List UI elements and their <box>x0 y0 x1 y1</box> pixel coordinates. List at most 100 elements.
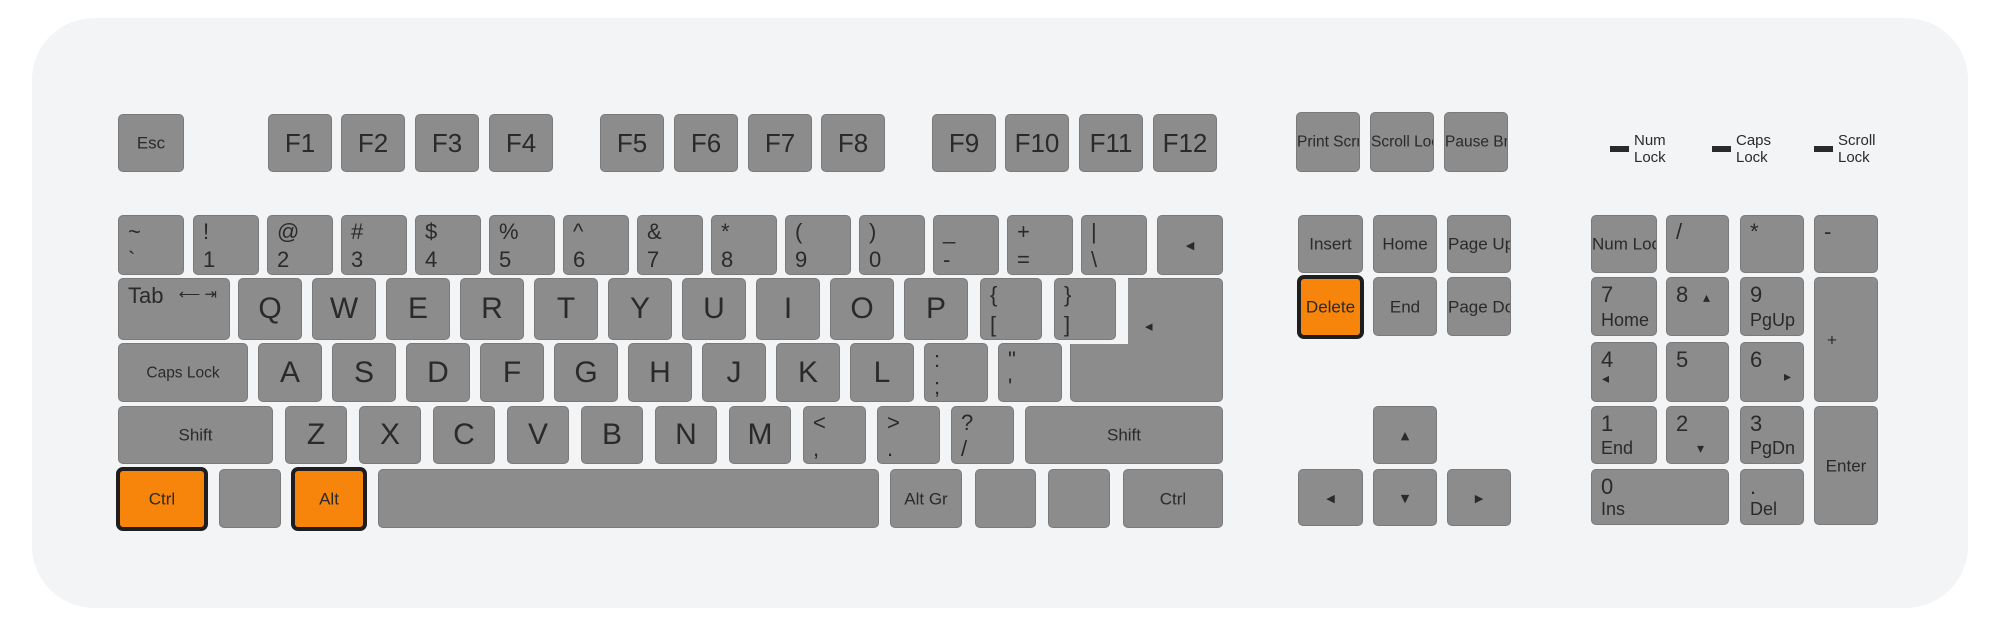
key-left-ctrl[interactable]: Ctrl <box>116 467 208 531</box>
numpad-2[interactable]: 2 ▾ <box>1666 406 1729 464</box>
numpad-plus[interactable]: + <box>1814 277 1878 402</box>
key-print-screen[interactable]: Print Scrn SysRq <box>1296 112 1360 172</box>
key-open-bracket[interactable]: {[ <box>980 278 1042 340</box>
key-left-alt[interactable]: Alt <box>291 467 367 531</box>
key-n[interactable]: N <box>655 406 717 464</box>
key-arrow-down[interactable]: ▾ <box>1373 469 1437 526</box>
key-number-row-9[interactable]: (9 <box>785 215 851 275</box>
key-u[interactable]: U <box>682 278 746 340</box>
key-r[interactable]: R <box>460 278 524 340</box>
numpad-enter[interactable]: Enter <box>1814 406 1878 525</box>
key-number-row-7[interactable]: & 7 <box>637 215 703 275</box>
numpad-0[interactable]: 0 Ins <box>1591 469 1729 525</box>
key-p[interactable]: P <box>904 278 968 340</box>
key-i[interactable]: I <box>756 278 820 340</box>
key-x[interactable]: X <box>359 406 421 464</box>
key-o[interactable]: O <box>830 278 894 340</box>
key-number-row-13[interactable]: | \ <box>1081 215 1147 275</box>
key-close-bracket[interactable]: }] <box>1054 278 1116 340</box>
key-f3[interactable]: F3 <box>415 114 479 172</box>
key-space[interactable] <box>378 469 879 528</box>
key-page-up[interactable]: Page Up <box>1447 215 1511 273</box>
key-e[interactable]: E <box>386 278 450 340</box>
key-scroll-lock[interactable]: Scroll Lock <box>1370 112 1434 172</box>
key-f10[interactable]: F10 <box>1005 114 1069 172</box>
key-h[interactable]: H <box>628 343 692 402</box>
key-c[interactable]: C <box>433 406 495 464</box>
key-number-row-2[interactable]: @2 <box>267 215 333 275</box>
key-f4[interactable]: F4 <box>489 114 553 172</box>
key-number-row-5[interactable]: % 5 <box>489 215 555 275</box>
numpad-9[interactable]: 9 PgUp <box>1740 277 1804 336</box>
key-right-ctrl[interactable]: Ctrl <box>1123 469 1223 528</box>
numpad-divide[interactable]: / <box>1666 215 1729 273</box>
key-number-row-10[interactable]: ) 0 <box>859 215 925 275</box>
key-caps-lock[interactable]: Caps Lock <box>118 343 248 402</box>
key-arrow-right[interactable]: ▸ <box>1447 469 1511 526</box>
key-number-row-1[interactable]: ! 1 <box>193 215 259 275</box>
key-d[interactable]: D <box>406 343 470 402</box>
key-f5[interactable]: F5 <box>600 114 664 172</box>
key-home[interactable]: Home <box>1373 215 1437 273</box>
key-f8[interactable]: F8 <box>821 114 885 172</box>
key-v[interactable]: V <box>507 406 569 464</box>
key-alt-gr[interactable]: Alt Gr <box>890 469 962 528</box>
key-right-windows[interactable] <box>975 469 1036 528</box>
key-f9[interactable]: F9 <box>932 114 996 172</box>
key-b[interactable]: B <box>581 406 643 464</box>
key-esc[interactable]: Esc <box>118 114 184 172</box>
numpad-5[interactable]: 5 <box>1666 342 1729 402</box>
numpad-minus[interactable]: - <box>1814 215 1878 273</box>
key-f7[interactable]: F7 <box>748 114 812 172</box>
key-l[interactable]: L <box>850 343 914 402</box>
key-s[interactable]: S <box>332 343 396 402</box>
key-quote[interactable]: " ' <box>998 343 1062 402</box>
numpad-3[interactable]: 3 PgDn <box>1740 406 1804 464</box>
key-right-shift[interactable]: Shift <box>1025 406 1223 464</box>
key-pause[interactable]: Pause Break <box>1444 112 1508 172</box>
key-w[interactable]: W <box>312 278 376 340</box>
key-z[interactable]: Z <box>285 406 347 464</box>
key-number-row-0[interactable]: ~ ` <box>118 215 184 275</box>
key-f2[interactable]: F2 <box>341 114 405 172</box>
numpad-4[interactable]: 4 ◂ <box>1591 342 1657 402</box>
numpad-1[interactable]: 1 End <box>1591 406 1657 464</box>
numpad-6[interactable]: 6 ▸ <box>1740 342 1804 402</box>
key-number-row-3[interactable]: #3 <box>341 215 407 275</box>
key-backspace[interactable]: ◂ <box>1157 215 1223 275</box>
key-f12[interactable]: F12 <box>1153 114 1217 172</box>
key-number-row-8[interactable]: * 8 <box>711 215 777 275</box>
key-tab[interactable]: Tab ⟵ ⇥ <box>118 278 230 340</box>
key-page-down[interactable]: Page Down <box>1447 277 1511 336</box>
key-delete[interactable]: Delete <box>1297 275 1364 339</box>
numpad-7[interactable]: 7 Home <box>1591 277 1657 336</box>
key-f[interactable]: F <box>480 343 544 402</box>
key-number-row-12[interactable]: + = <box>1007 215 1073 275</box>
key-m[interactable]: M <box>729 406 791 464</box>
key-arrow-up[interactable]: ▴ <box>1373 406 1437 464</box>
key-number-row-4[interactable]: $4 <box>415 215 481 275</box>
key-insert[interactable]: Insert <box>1298 215 1363 273</box>
key-f1[interactable]: F1 <box>268 114 332 172</box>
key-g[interactable]: G <box>554 343 618 402</box>
key-j[interactable]: J <box>702 343 766 402</box>
key-f6[interactable]: F6 <box>674 114 738 172</box>
key-semicolon[interactable]: :; <box>924 343 988 402</box>
key-period[interactable]: >. <box>877 406 940 464</box>
key-a[interactable]: A <box>258 343 322 402</box>
numpad-decimal[interactable]: . Del <box>1740 469 1804 525</box>
key-arrow-left[interactable]: ◂ <box>1298 469 1363 526</box>
key-left-windows[interactable] <box>219 469 281 528</box>
key-left-shift[interactable]: Shift <box>118 406 273 464</box>
numpad-num-lock[interactable]: Num Lock <box>1591 215 1657 273</box>
numpad-8[interactable]: 8 ▴ <box>1666 277 1729 336</box>
key-comma[interactable]: <, <box>803 406 866 464</box>
key-f11[interactable]: F11 <box>1079 114 1143 172</box>
key-end[interactable]: End <box>1373 277 1437 336</box>
key-slash[interactable]: ? / <box>951 406 1014 464</box>
numpad-multiply[interactable]: * <box>1740 215 1804 273</box>
key-number-row-11[interactable]: _ - <box>933 215 999 275</box>
key-t[interactable]: T <box>534 278 598 340</box>
key-q[interactable]: Q <box>238 278 302 340</box>
key-number-row-6[interactable]: ^ 6 <box>563 215 629 275</box>
